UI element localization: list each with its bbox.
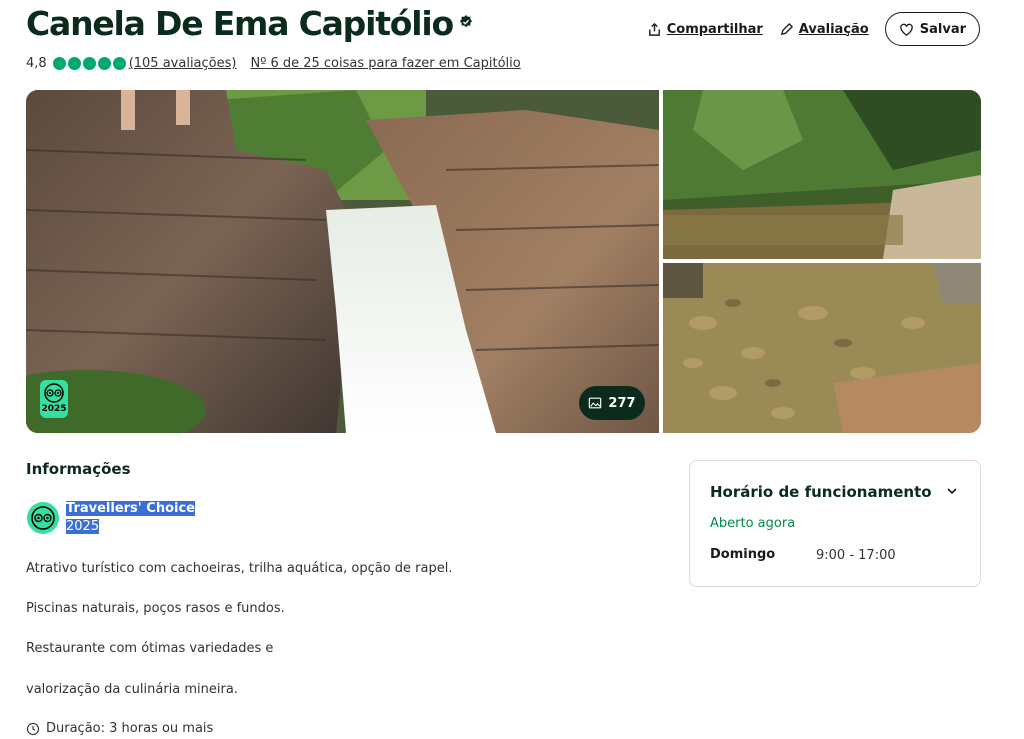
share-icon [648, 22, 660, 36]
photo-riverbed[interactable] [663, 263, 981, 433]
hours-time: 9:00 - 17:00 [816, 548, 896, 563]
rating-bubble-icon [67, 57, 81, 70]
pencil-icon [780, 22, 793, 35]
main-photo-waterfall[interactable]: 2025 277 [26, 90, 659, 433]
review-label: Avaliação [798, 21, 869, 37]
clock-icon [26, 722, 40, 735]
save-label: Salvar [919, 21, 966, 37]
award-name: Travellers' Choice [66, 501, 196, 516]
photo-gallery: 2025 277 [26, 90, 981, 433]
photo-count-button[interactable]: 277 [579, 386, 645, 420]
rating-score: 4,8 [26, 56, 47, 71]
hours-day: Domingo [710, 547, 776, 562]
header-actions: Compartilhar Avaliação Salvar [647, 12, 980, 46]
rating-bubble-icon [97, 57, 111, 70]
share-label: Compartilhar [666, 21, 763, 37]
owl-icon [44, 383, 64, 403]
page-title-text: Canela De Ema Capitólio [26, 4, 454, 43]
description-paragraph: Restaurante com ótimas variedades e [26, 641, 274, 656]
review-button[interactable]: Avaliação [779, 22, 869, 37]
photo-count-label: 277 [608, 395, 636, 411]
badge-year: 2025 [41, 404, 67, 414]
riverbed-photo [663, 263, 981, 433]
opening-hours-card: Horário de funcionamento Aberto agora Do… [689, 460, 981, 587]
rating-bubble-icon [112, 57, 126, 70]
page-title: Canela De Ema Capitólio [26, 4, 473, 43]
verified-badge-icon [459, 14, 473, 27]
travellers-choice-badge: 2025 [40, 380, 68, 418]
description-paragraph: valorização da culinária mineira. [26, 682, 238, 697]
waterfall-photo [26, 90, 659, 433]
heart-icon [899, 23, 913, 36]
rating-bubble-icon [52, 57, 66, 70]
reviews-link[interactable]: (105 avaliações) [129, 56, 237, 71]
save-button[interactable]: Salvar [884, 12, 980, 46]
river-forest-photo [663, 90, 981, 259]
image-icon [589, 397, 602, 409]
travellers-choice-award: Travellers' Choice 2025 [66, 500, 196, 536]
rating-bubble-icon [82, 57, 96, 70]
open-status: Aberto agora [710, 516, 796, 531]
description-paragraph: Atrativo turístico com cachoeiras, trilh… [26, 561, 453, 576]
duration-text: Duração: 3 horas ou mais [46, 721, 214, 736]
rating-row: 4,8 (105 avaliações) Nº 6 de 25 coisas p… [26, 56, 521, 71]
description-paragraph: Piscinas naturais, poços rasos e fundos. [26, 601, 285, 616]
rating-bubbles [52, 57, 126, 70]
duration-row: Duração: 3 horas ou mais [26, 721, 213, 736]
hours-title: Horário de funcionamento [710, 483, 932, 501]
photo-river-forest[interactable] [663, 90, 981, 259]
travellers-choice-icon [27, 502, 59, 534]
ranking-link[interactable]: Nº 6 de 25 coisas para fazer em Capitóli… [250, 56, 520, 71]
share-button[interactable]: Compartilhar [647, 22, 763, 37]
award-year: 2025 [66, 519, 100, 534]
chevron-down-icon[interactable] [944, 483, 960, 499]
info-section-title: Informações [26, 460, 131, 478]
